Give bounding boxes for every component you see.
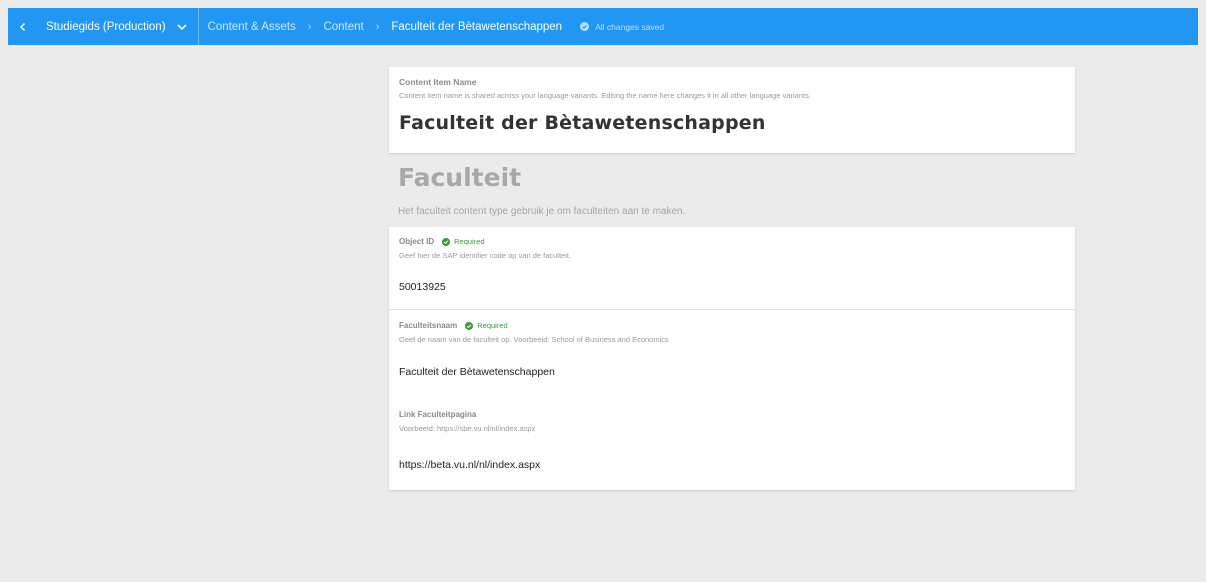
check-circle-icon (465, 321, 474, 330)
required-badge: Required (465, 321, 508, 330)
save-status: All changes saved (580, 22, 664, 32)
required-text: Required (454, 237, 485, 246)
top-navigation-bar: Studiegids (Production) Content & Assets… (8, 8, 1198, 45)
element-hint: Voorbeeld: https://sbe.vu.nl/nl/index.as… (399, 424, 536, 433)
breadcrumb-content-assets[interactable]: Content & Assets (208, 21, 296, 33)
content-item-name-card: Content Item Name Content item name is s… (389, 67, 1075, 153)
content-type-description: Het faculteit content type gebruik je om… (398, 206, 686, 217)
breadcrumb-current-item: Faculteit der Bètawetenschappen (391, 20, 563, 33)
project-switcher[interactable]: Studiegids (Production) (38, 8, 199, 45)
save-status-text: All changes saved (595, 21, 665, 32)
element-link-faculteitpagina: Link Faculteitpagina Voorbeeld: https://… (389, 394, 1075, 490)
element-label: Link Faculteitpagina (399, 410, 477, 419)
check-circle-icon (442, 237, 451, 246)
required-text: Required (477, 321, 508, 330)
check-circle-icon (580, 22, 590, 31)
element-faculteitsnaam: Faculteitsnaam Required Geef de naam van… (389, 310, 1075, 394)
breadcrumb-content[interactable]: Content (323, 21, 363, 33)
breadcrumb-separator-icon: › (307, 20, 312, 33)
content-item-name-hint: Content item name is shared across your … (399, 91, 811, 100)
back-button[interactable] (8, 8, 38, 45)
chevron-down-icon (176, 23, 187, 30)
breadcrumb: Content & Assets › Content › Faculteit d… (199, 21, 665, 33)
project-name: Studiegids (Production) (46, 20, 166, 33)
element-object-id: Object ID Required Geef hier de SAP iden… (389, 227, 1075, 310)
object-id-input[interactable]: 50013925 (399, 281, 1059, 293)
breadcrumb-separator-icon: › (375, 20, 380, 33)
element-label: Object ID (399, 237, 435, 246)
faculteitsnaam-input[interactable]: Faculteit der Bètawetenschappen (399, 366, 1059, 378)
element-hint: Geef hier de SAP identifier code op van … (399, 251, 572, 260)
content-item-name-input[interactable]: Faculteit der Bètawetenschappen (399, 112, 1065, 134)
link-faculteitpagina-input[interactable]: https://beta.vu.nl/nl/index.aspx (399, 459, 1059, 471)
content-item-name-label: Content Item Name (399, 77, 477, 87)
content-elements-card: Object ID Required Geef hier de SAP iden… (389, 227, 1075, 490)
chevron-left-icon (19, 22, 26, 31)
required-badge: Required (442, 237, 485, 246)
element-hint: Geef de naam van de faculteit op. Voorbe… (399, 335, 669, 344)
content-type-title: Faculteit (398, 163, 522, 192)
element-label: Faculteitsnaam (399, 321, 458, 330)
